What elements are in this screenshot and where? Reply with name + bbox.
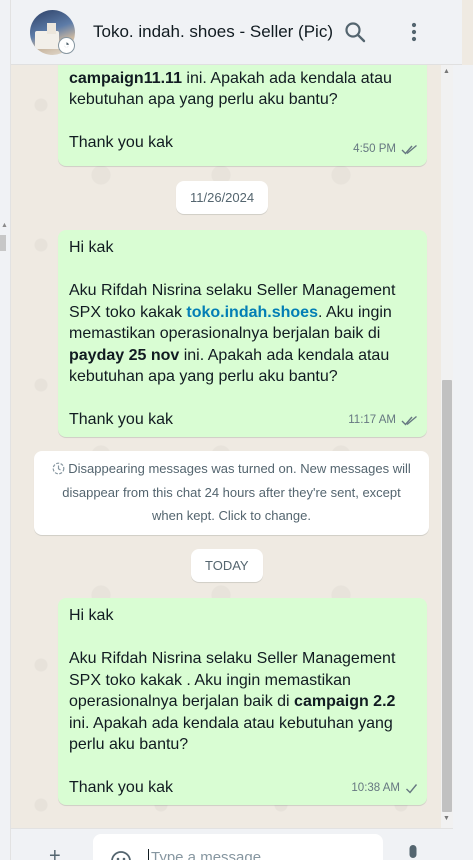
avatar-photo-shape — [47, 23, 56, 34]
message-list[interactable]: memastikan operasionalnya berjalan baik … — [11, 65, 441, 828]
scroll-up-arrow-icon[interactable]: ▲ — [1, 222, 8, 229]
chat-header[interactable]: ◔ Toko. indah. shoes - Seller (Pic) — [11, 0, 462, 65]
message-meta: 4:50 PM — [353, 139, 418, 161]
scroll-down-arrow-icon[interactable]: ▼ — [443, 815, 450, 822]
chat-title[interactable]: Toko. indah. shoes - Seller (Pic) — [93, 22, 333, 42]
message-time: 11:17 AM — [348, 413, 396, 426]
single-check-icon — [405, 783, 418, 794]
system-message-text: Disappearing messages was turned on. New… — [62, 461, 411, 523]
message-input[interactable] — [148, 849, 368, 860]
scroll-up-arrow-icon[interactable]: ▲ — [443, 68, 450, 75]
message-greeting: Hi kak — [69, 239, 114, 256]
outgoing-message[interactable]: Hi kak Aku Rifdah Nisrina selaku Seller … — [58, 598, 427, 805]
message-text: Aku Rifdah Nisrina selaku Seller Managem… — [69, 648, 416, 756]
outgoing-message[interactable]: memastikan operasionalnya berjalan baik … — [58, 65, 427, 166]
more-vertical-icon[interactable] — [404, 20, 424, 44]
double-check-icon — [401, 144, 418, 155]
search-icon[interactable] — [343, 20, 367, 44]
message-time: 10:38 AM — [351, 781, 400, 794]
shop-link[interactable]: toko.indah.shoes — [186, 304, 318, 321]
event-name: campaign11.11 — [69, 69, 182, 87]
double-check-icon — [401, 415, 418, 426]
left-panel-edge: ▲ — [0, 0, 11, 860]
message-meta: 10:38 AM — [351, 778, 418, 800]
status-ring-icon: ◔ — [58, 37, 75, 54]
message-input-box[interactable] — [93, 834, 383, 860]
message-text: Aku Rifdah Nisrina selaku Seller Managem… — [69, 280, 416, 388]
message-text: campaign11.11 ini. Apakah ada kendala at… — [69, 68, 416, 90]
message-composer: + — [11, 828, 453, 860]
message-time: 4:50 PM — [353, 142, 396, 155]
event-name: campaign 2.2 — [294, 693, 396, 710]
emoji-icon[interactable] — [110, 850, 132, 860]
window-edge — [453, 65, 473, 860]
message-text-fragment: ini. Apakah ada kendala atau — [181, 69, 392, 87]
message-meta: 11:17 AM — [348, 410, 418, 432]
chat-scrollbar[interactable]: ▲ ▼ — [441, 65, 453, 828]
message-text: kebutuhan apa yang perlu aku bantu? — [69, 91, 338, 108]
disappearing-messages-notice[interactable]: Disappearing messages was turned on. New… — [34, 451, 429, 535]
event-name: payday 25 nov — [69, 346, 180, 364]
outgoing-message[interactable]: Hi kak Aku Rifdah Nisrina selaku Seller … — [58, 230, 427, 437]
left-panel-scroll-thumb[interactable] — [0, 235, 6, 251]
scrollbar-thumb[interactable] — [442, 380, 452, 812]
timer-icon — [52, 462, 65, 475]
mic-icon[interactable] — [406, 845, 420, 860]
plus-icon[interactable]: + — [49, 846, 61, 860]
date-separator: 11/26/2024 — [176, 181, 269, 214]
message-greeting: Hi kak — [69, 607, 114, 624]
date-separator: TODAY — [191, 549, 263, 582]
